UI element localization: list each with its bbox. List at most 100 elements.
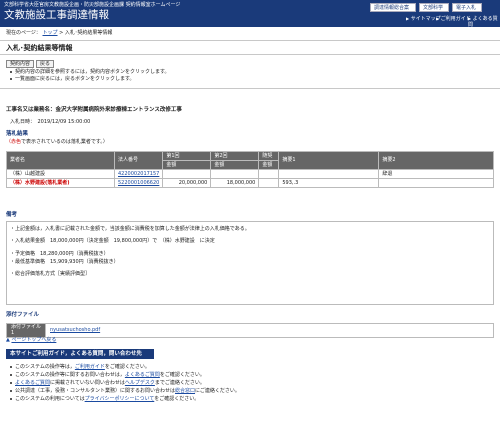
note-item: 一覧画面に戻るには，戻るボタンをクリックします。 [10,76,135,82]
result-note-red: （赤色 [6,139,22,145]
divider [0,40,500,41]
help-link[interactable]: 総合窓口 [175,388,195,394]
help-text: に掲載されていない問い合わせは [50,380,125,386]
e-bidding-button[interactable]: 電子入札 [452,3,482,12]
col-subheader-amount: 金額 [162,160,212,170]
back-to-top-label: ページトップへ戻る [11,337,57,343]
attachment-section-title: 添付ファイル [6,312,40,318]
nav-guide[interactable]: ▶ ご利用ガイド [436,16,471,22]
remarks-section-title: 備考 [6,212,18,218]
col-subheader-amount: 金額 [210,160,260,170]
bullet-icon [10,389,12,392]
note-item: 契約内容の詳細を参照するには，契約内容ボタンをクリックします。 [10,69,170,75]
bullet-icon [10,373,12,376]
nav-faq-label: よくある質問 [468,16,498,29]
remark-line: ・予定価格 18,280,000円（消費税抜き） [10,251,109,257]
table-header-row: 業者名 法人番号 第1回 第2回 随契 摘要1 摘要2 [6,151,494,170]
col-header-note2: 摘要2 [378,151,494,170]
results-table: 業者名 法人番号 第1回 第2回 随契 摘要1 摘要2 金額 金額 金額 （株）… [6,151,494,188]
help-item: このシステムの操作等は，ご利用ガイドをご確認ください。 [10,364,150,370]
cell-round2: 18,000,000 [210,178,260,188]
help-section-title: 本サイトご利用ガイド，よくある質問，問い合わせ先 [6,349,154,359]
help-text: このシステムの利用については [15,396,85,402]
table-row-winner: （株）水野建設(落札業者) 5220001006620 20,000,000 1… [6,178,494,188]
col-subheader-amount: 金額 [258,160,280,170]
attachment-cell: nyusatsuchosho.pdf [45,323,494,338]
corp-number-link[interactable]: 5220001006620 [118,180,159,186]
triangle-right-icon: ▶ [468,16,472,21]
help-text: までご連絡ください。 [154,380,205,386]
divider [0,54,500,55]
help-item: このシステムの操作等に関するお問い合わせは，よくあるご質問をご確認ください。 [10,372,205,378]
help-text: をご確認ください。 [154,396,200,402]
cell-zuikei [258,169,280,179]
col-header-round1: 第1回 [162,151,212,161]
cell-zuikei [258,178,280,188]
remark-line: ・総合評価落札方式［実績評価型］ [10,271,91,277]
cell-corp-number: 5220001006620 [113,178,164,188]
header-subtitle: 文部科学省大臣官房文教施設企画・防災部施設企画課 契約情報室ホームページ [4,2,181,8]
triangle-right-icon: ▶ [436,16,440,21]
bullet-icon [10,77,12,80]
help-text: 公共調達（工事，役務・コンサルタント業務）に関するお問い合わせは [15,388,176,394]
breadcrumb-home-link[interactable]: トップ [43,30,58,36]
triangle-up-icon: ▲ [6,337,10,343]
result-note-rest: で表示されているのは落札業者です。） [21,139,108,145]
help-item: このシステムの利用についてはプライバシーポリシーについてをご確認ください。 [10,396,199,402]
help-link[interactable]: よくあるご質問 [125,372,160,378]
cell-company: （株）水野建設(落札業者) [6,178,115,188]
cell-corp-number: 4220002017157 [113,169,164,179]
attachment-table: 添付ファイル1 nyusatsuchosho.pdf [6,323,494,338]
nav-guide-label: ご利用ガイド [440,16,471,22]
help-text: をご確認ください。 [159,372,205,378]
attachment-row: 添付ファイル1 nyusatsuchosho.pdf [6,323,494,338]
site-title[interactable]: 文教施設工事調達情報 [4,9,109,22]
help-link[interactable]: よくあるご質問 [15,380,50,386]
cell-note2 [378,178,494,188]
procurement-guide-button[interactable]: 調達情報総合案内 [370,3,416,20]
result-note: （赤色で表示されているのは落札業者です。） [6,139,108,145]
bullet-icon [10,70,12,73]
help-link[interactable]: ご利用ガイド [75,364,105,370]
cell-note1: 593,.3 [278,178,380,188]
cell-note1 [278,169,380,179]
col-header-corp-number: 法人番号 [113,151,164,170]
cell-round2 [210,169,260,179]
breadcrumb-prefix: 現在のページ： [6,30,41,36]
cell-round1: 20,000,000 [162,178,212,188]
triangle-right-icon: ▶ [406,16,410,21]
help-item: 公共調達（工事，役務・コンサルタント業務）に関するお問い合わせは総合窓口にご連絡… [10,388,240,394]
note-text: 契約内容の詳細を参照するには，契約内容ボタンをクリックします。 [15,69,170,75]
corp-number-link[interactable]: 4220002017157 [118,171,159,177]
back-button[interactable]: 戻る [36,60,55,68]
bullet-icon [10,397,12,400]
cell-company: （株）山越建設 [6,169,115,179]
contract-details-button[interactable]: 契約内容 [6,60,35,68]
remarks-box: ・上記金額は，入札書に記載された金額で，当該金額に消費税を加算した金額が法律上の… [6,221,494,305]
col-header-note1: 摘要1 [278,151,380,170]
table-row: （株）山越建設 4220002017157 辞退 [6,169,494,179]
site-header: 文部科学省大臣官房文教施設企画・防災部施設企画課 契約情報室ホームページ 文教施… [0,0,500,29]
back-to-top-link[interactable]: ▲ ページトップへ戻る [6,337,56,343]
breadcrumb: 現在のページ： トップ > 入札･契約結果等情報 [6,30,112,36]
nav-faq[interactable]: ▶ よくある質問 [468,16,500,29]
bid-datetime: 入札日時： 2019/12/09 15:00:00 [10,119,91,125]
help-text: をご確認ください。 [104,364,150,370]
remark-line: ・上記金額は，入札書に記載された金額で，当該金額に消費税を加算した金額が法律上の… [10,226,250,232]
attachment-file-link[interactable]: nyusatsuchosho.pdf [50,327,100,333]
bullet-icon [10,381,12,384]
col-header-round2: 第2回 [210,151,260,161]
breadcrumb-current: 入札･契約結果等情報 [64,30,113,36]
result-section-title: 落札結果 [6,131,29,137]
page-title: 入札･契約結果等情報 [6,44,73,52]
attachment-label: 添付ファイル1 [6,323,46,338]
help-text: このシステムの操作等に関するお問い合わせは， [15,372,125,378]
help-text: にご連絡ください。 [195,388,240,394]
mext-button[interactable]: 文部科学省 [419,3,449,20]
remark-line: ・入札結果金額 18,000,000円（決定金額 19,800,000円）で （… [10,238,215,244]
col-header-company: 業者名 [6,151,115,170]
cell-note2: 辞退 [378,169,494,179]
help-link[interactable]: プライバシーポリシーについて [85,396,155,402]
note-text: 一覧画面に戻るには，戻るボタンをクリックします。 [15,76,135,82]
help-link[interactable]: ヘルプデスク [125,380,155,386]
